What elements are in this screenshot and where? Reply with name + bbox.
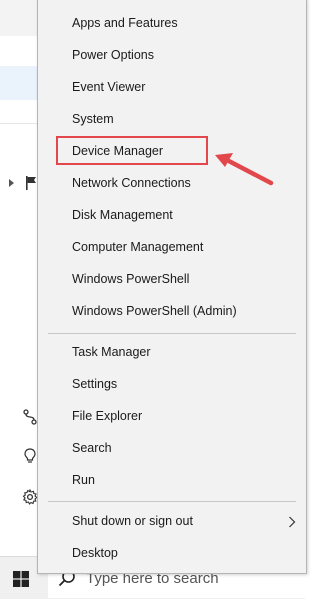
menu-item-label: Shut down or sign out bbox=[72, 514, 193, 528]
menu-item-label: Search bbox=[72, 441, 112, 455]
menu-item-label: File Explorer bbox=[72, 409, 143, 423]
menu-item-run[interactable]: Run bbox=[38, 465, 306, 497]
menu-item-label: Settings bbox=[72, 377, 118, 391]
menu-item-file-explorer[interactable]: File Explorer bbox=[38, 401, 306, 433]
menu-item-search[interactable]: Search bbox=[38, 433, 306, 465]
menu-item-label: Event Viewer bbox=[72, 80, 146, 94]
menu-item-apps-and-features[interactable]: Apps and Features bbox=[38, 8, 306, 40]
winx-context-menu: Apps and Features Power Options Event Vi… bbox=[37, 0, 307, 574]
menu-item-label: Task Manager bbox=[72, 345, 151, 359]
menu-separator bbox=[48, 333, 296, 334]
menu-item-windows-powershell-admin[interactable]: Windows PowerShell (Admin) bbox=[38, 296, 306, 328]
menu-item-desktop[interactable]: Desktop bbox=[38, 538, 306, 570]
menu-item-label: Windows PowerShell bbox=[72, 272, 190, 286]
windows-logo-icon[interactable] bbox=[13, 571, 29, 587]
menu-item-power-options[interactable]: Power Options bbox=[38, 40, 306, 72]
background-toolbar bbox=[0, 0, 38, 36]
menu-separator bbox=[48, 501, 296, 502]
chevron-right-icon bbox=[289, 516, 296, 528]
background-divider bbox=[0, 123, 38, 124]
menu-item-settings[interactable]: Settings bbox=[38, 369, 306, 401]
menu-item-windows-powershell[interactable]: Windows PowerShell bbox=[38, 264, 306, 296]
menu-item-shut-down-or-sign-out[interactable]: Shut down or sign out bbox=[38, 506, 306, 538]
menu-item-label: Windows PowerShell (Admin) bbox=[72, 304, 237, 318]
menu-item-task-manager[interactable]: Task Manager bbox=[38, 337, 306, 369]
menu-item-label: Run bbox=[72, 473, 95, 487]
menu-item-label: Network Connections bbox=[72, 176, 191, 190]
flag-icon bbox=[26, 176, 36, 190]
route-icon[interactable] bbox=[22, 409, 38, 425]
menu-item-label: Apps and Features bbox=[72, 16, 178, 30]
menu-item-label: Disk Management bbox=[72, 208, 173, 222]
menu-item-computer-management[interactable]: Computer Management bbox=[38, 232, 306, 264]
lightbulb-icon[interactable] bbox=[22, 448, 38, 464]
gear-icon[interactable] bbox=[22, 489, 38, 505]
red-arrow-icon bbox=[215, 153, 274, 186]
menu-item-event-viewer[interactable]: Event Viewer bbox=[38, 72, 306, 104]
background-selected-row bbox=[0, 66, 38, 100]
menu-item-system[interactable]: System bbox=[38, 104, 306, 136]
menu-item-disk-management[interactable]: Disk Management bbox=[38, 200, 306, 232]
menu-item-label: Computer Management bbox=[72, 240, 204, 254]
menu-item-label: Desktop bbox=[72, 546, 118, 560]
menu-item-label: System bbox=[72, 112, 114, 126]
menu-item-label: Power Options bbox=[72, 48, 154, 62]
expand-chevron-icon[interactable] bbox=[9, 179, 14, 187]
highlight-box bbox=[56, 136, 208, 165]
